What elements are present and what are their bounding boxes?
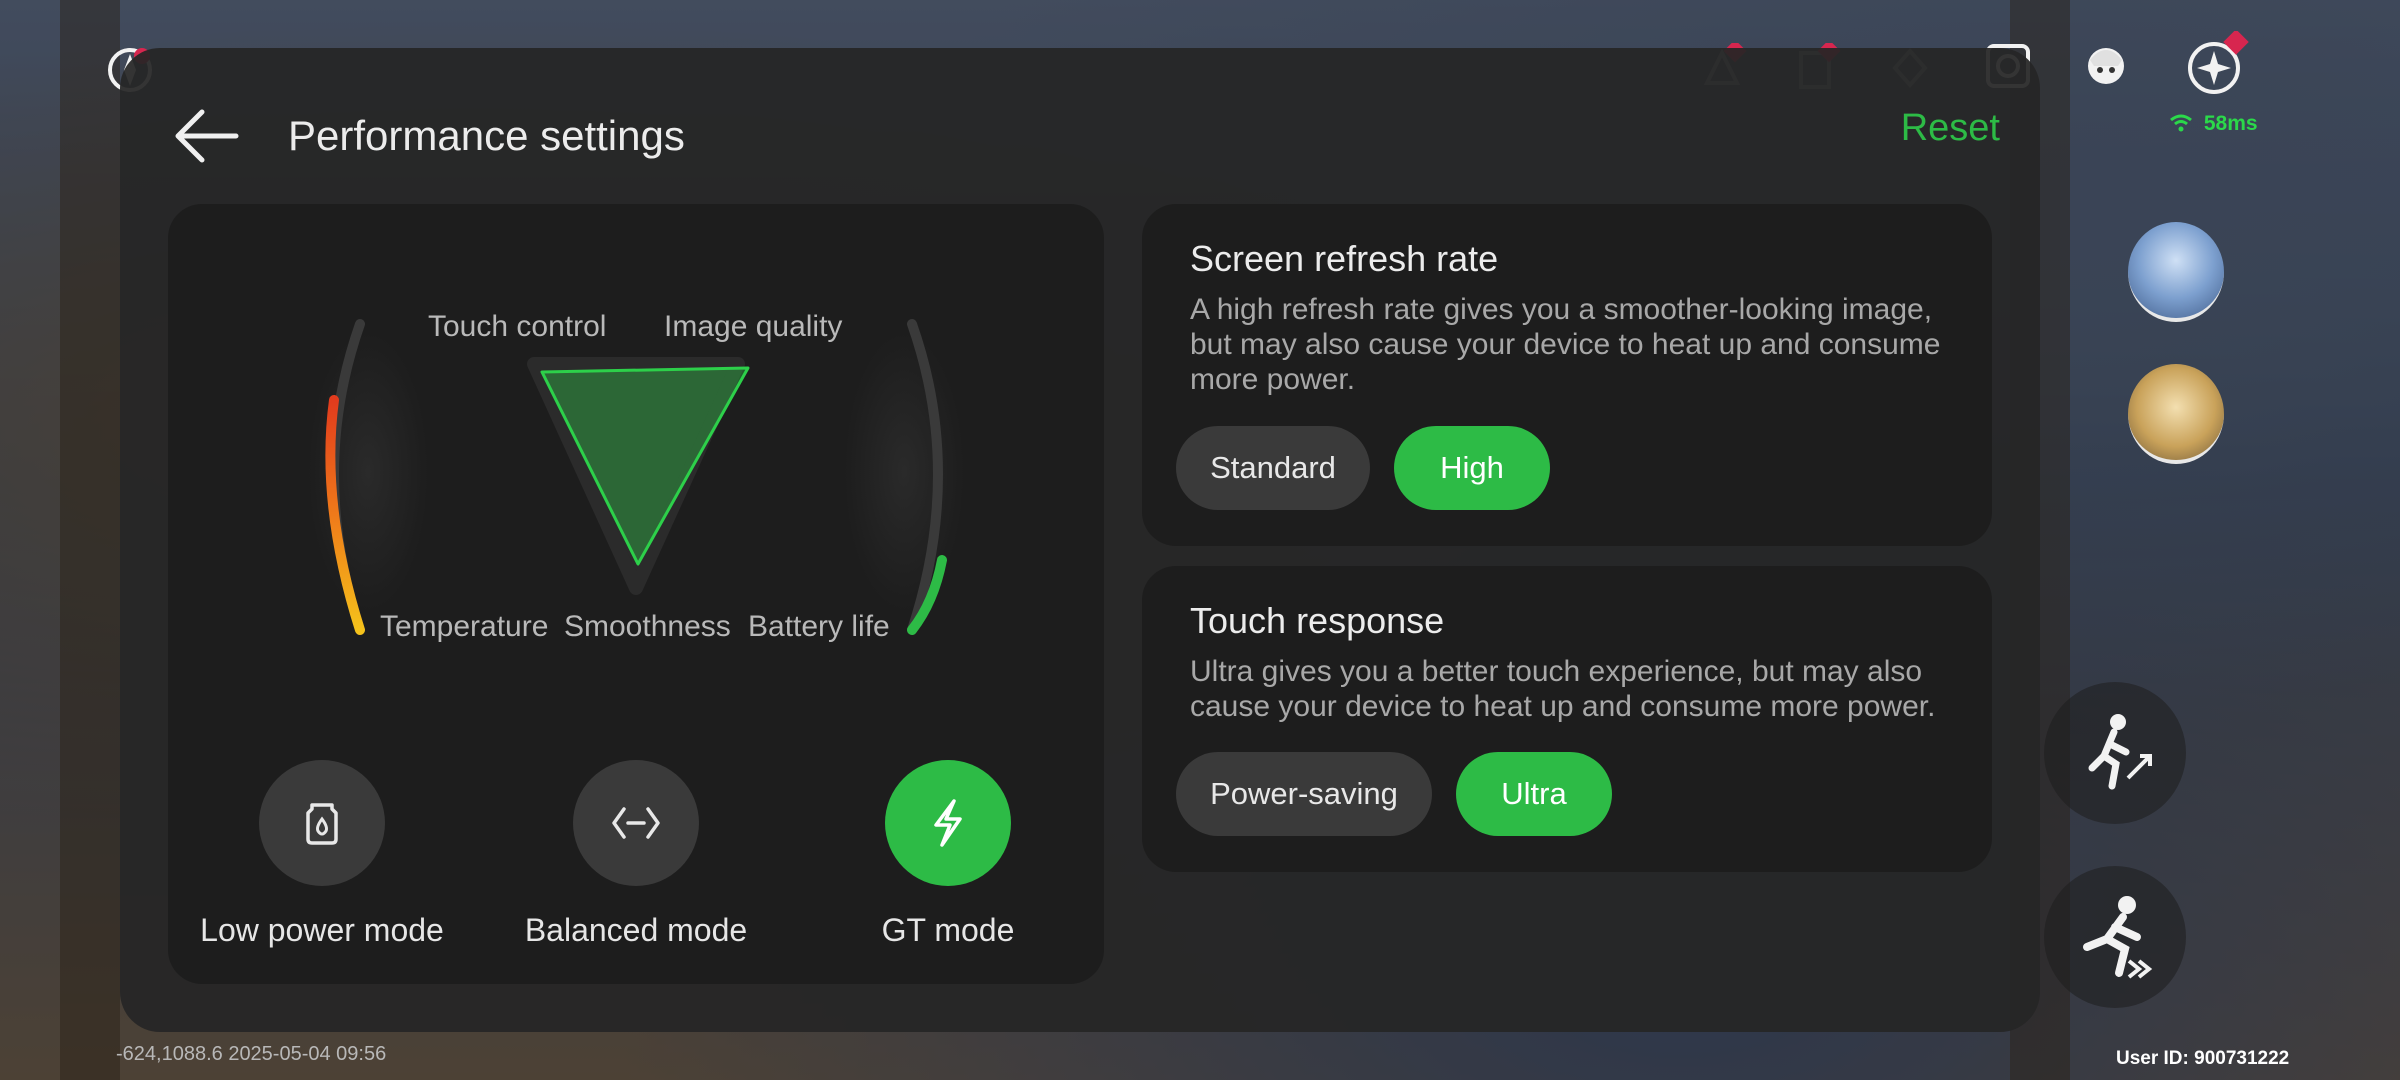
temperature-label: Temperature: [380, 610, 549, 643]
back-button[interactable]: [172, 100, 244, 172]
dash-icon: [2083, 896, 2153, 979]
low-power-mode-circle: [259, 760, 385, 886]
image-quality-label: Image quality: [664, 310, 843, 343]
smoothness-label: Smoothness: [564, 610, 731, 643]
wifi-icon: [2170, 112, 2198, 135]
balanced-mode-circle: [573, 760, 699, 886]
screen-refresh-rate-card: Screen refresh rate A high refresh rate …: [1142, 204, 1992, 546]
refresh-rate-heading: Screen refresh rate: [1190, 238, 1499, 279]
refresh-high-option[interactable]: High: [1394, 426, 1550, 510]
balanced-mode-button[interactable]: Balanced mode: [506, 760, 766, 949]
dash-button[interactable]: [2044, 866, 2186, 1008]
coordinates-timestamp: -624,1088.6 2025-05-04 09:56: [116, 1043, 387, 1065]
touch-response-card: Touch response Ultra gives you a better …: [1142, 566, 1992, 872]
battery-life-label: Battery life: [748, 610, 890, 643]
performance-radar: Touch control Image quality Temperature …: [168, 204, 1104, 704]
low-power-mode-label: Low power mode: [200, 912, 444, 948]
balanced-icon: [612, 807, 660, 839]
character-menu-icon[interactable]: [2072, 34, 2140, 102]
refresh-standard-option[interactable]: Standard: [1176, 426, 1370, 510]
background-pillar: [60, 0, 120, 1080]
performance-settings-panel: Performance settings Reset Touch control…: [120, 48, 2040, 1032]
gt-mode-label: GT mode: [881, 912, 1015, 948]
gt-mode-circle: [885, 760, 1011, 886]
page-title: Performance settings: [288, 112, 685, 159]
balanced-mode-label: Balanced mode: [524, 912, 748, 948]
walk-run-icon: [2088, 714, 2152, 790]
network-ping: 58ms: [2170, 112, 2258, 136]
performance-radar-card: Touch control Image quality Temperature …: [168, 204, 1104, 984]
lightning-icon: [934, 799, 962, 847]
right-ridge-decoration: [844, 332, 964, 612]
party-character-1-avatar[interactable]: [2128, 222, 2224, 322]
low-power-icon: [306, 803, 338, 845]
touch-ultra-option[interactable]: Ultra: [1456, 752, 1612, 836]
party-character-2-avatar[interactable]: [2128, 364, 2224, 464]
touch-response-heading: Touch response: [1190, 600, 1445, 641]
sprint-toggle-button[interactable]: [2044, 682, 2186, 824]
touch-response-description: Ultra gives you a better touch experienc…: [1190, 655, 1936, 723]
reset-button[interactable]: Reset: [1901, 98, 2000, 159]
touch-control-label: Touch control: [428, 310, 607, 343]
ping-value: 58ms: [2203, 112, 2258, 135]
low-power-mode-button[interactable]: Low power mode: [192, 760, 452, 949]
touch-power-saving-option[interactable]: Power-saving: [1176, 752, 1432, 836]
paimon-menu-icon[interactable]: [2176, 30, 2252, 106]
user-id: User ID: 900731222: [2116, 1048, 2290, 1069]
gt-mode-button[interactable]: GT mode: [818, 760, 1078, 949]
back-arrow-icon: [175, 109, 239, 163]
refresh-rate-description: A high refresh rate gives you a smoother…: [1190, 293, 1941, 396]
mode-selector: Low power mode Balanced mode GT mode: [168, 760, 1104, 960]
